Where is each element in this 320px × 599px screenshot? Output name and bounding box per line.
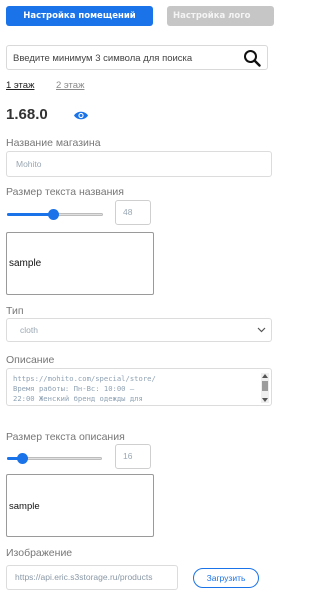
name-size-slider[interactable] [7, 209, 103, 220]
description-label: Описание [6, 354, 55, 366]
store-name-label: Название магазина [6, 137, 101, 149]
settings-tabs: Настройка помещений Настройка лого [6, 6, 274, 26]
version-number: 1.68.0 [6, 106, 48, 123]
search-icon[interactable] [243, 49, 261, 67]
store-name-field[interactable]: Mohito [6, 151, 272, 177]
sample-text: sample [9, 258, 42, 269]
scroll-up-icon[interactable] [261, 373, 269, 379]
search-input[interactable] [13, 50, 235, 66]
tab-rooms-settings[interactable]: Настройка помещений [6, 6, 153, 26]
desc-size-input[interactable]: 16 [115, 444, 151, 469]
scroll-down-icon[interactable] [261, 397, 269, 403]
sample-text: sample [9, 501, 40, 512]
desc-sample-preview: sample [6, 474, 154, 537]
slider-fill [7, 213, 53, 216]
name-sample-preview: sample [6, 232, 154, 295]
type-select-value: cloth [20, 325, 38, 335]
image-url-field[interactable]: https://api.eric.s3storage.ru/products [6, 565, 178, 590]
eye-icon[interactable] [73, 110, 89, 121]
upload-button[interactable]: Загрузить [193, 568, 259, 588]
tab-logo-settings[interactable]: Настройка лого [167, 6, 274, 26]
desc-size-slider[interactable] [7, 453, 102, 464]
slider-thumb[interactable] [48, 209, 59, 220]
floor-tab-1[interactable]: 1 этаж [6, 80, 34, 91]
image-label: Изображение [6, 547, 73, 559]
name-size-label: Размер текста названия [6, 186, 124, 198]
slider-thumb[interactable] [17, 453, 28, 464]
description-textarea[interactable]: https://mohito.com/special/store/ Время … [6, 368, 272, 406]
type-label: Тип [6, 305, 24, 317]
name-size-input[interactable]: 48 [115, 200, 151, 225]
search-box [6, 45, 268, 70]
type-select[interactable]: cloth [6, 318, 272, 342]
description-text: https://mohito.com/special/store/ Время … [13, 374, 156, 405]
scrollbar-thumb[interactable] [262, 381, 268, 391]
chevron-down-icon [257, 327, 266, 333]
desc-size-label: Размер текста описания [6, 431, 125, 443]
scrollbar[interactable] [261, 373, 269, 403]
floor-tab-2[interactable]: 2 этаж [56, 80, 84, 91]
